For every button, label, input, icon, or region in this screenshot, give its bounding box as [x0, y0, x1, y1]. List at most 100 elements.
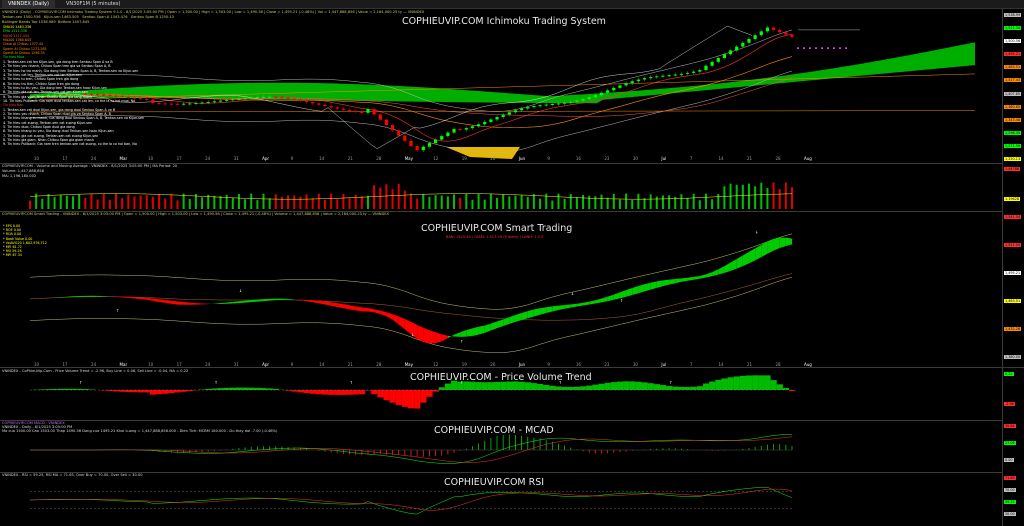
date-tick-21: 30	[632, 362, 638, 367]
svg-text:↑: ↑	[669, 380, 672, 385]
date-tick-26: 28	[775, 156, 781, 161]
date-tick-8: Apr	[262, 156, 270, 161]
chart-tab-bar: VNINDEX (Daily) VN30F1M (5 minutes)	[0, 0, 1024, 9]
date-tick-24: 14	[718, 362, 724, 367]
date-tick-27: Aug	[804, 362, 812, 367]
rsi-label-0: 71.65	[1004, 476, 1016, 480]
date-tick-18: 9	[547, 362, 550, 367]
date-tick-7: 31	[233, 362, 239, 367]
date-tick-4: 10	[148, 156, 154, 161]
rsi-label-1: 70.00	[1004, 488, 1016, 492]
macd-ohlc: Mo cua 1500.00 Cao 1503.00 Thap 1490.56 …	[2, 429, 278, 433]
pvt-label-1: -2.96	[1004, 402, 1015, 406]
ichimoku-price-label-9: 1,298.35	[1004, 130, 1022, 135]
date-tick-22: Jul	[661, 362, 667, 367]
rsi-panel[interactable]: VNINDEX - RSI = 59.25, RSI MA = 71.65, O…	[0, 472, 1002, 526]
ichimoku-price-label-11: 1,250.13	[1004, 157, 1022, 161]
date-tick-17: Jun	[518, 156, 526, 161]
date-tick-11: 21	[347, 156, 353, 161]
date-axis-top: 10 17 24 Mar 10 17 24 31 Apr 9 14 21 28 May 12 19 26 Jun 9…	[0, 156, 1002, 162]
smart-trading-scale[interactable]: 1,541.54 1,517.54 1,495.21 1,463.51 1,432.26…	[1002, 211, 1024, 368]
date-tick-5: 17	[176, 362, 182, 367]
smart-label-5: 1,380.00	[1004, 355, 1022, 359]
svg-text:↓: ↓	[411, 332, 414, 337]
ichimoku-legend-line-27: 9. Tin hieu Pullback: Gia nam tren tenka…	[3, 142, 137, 147]
svg-text:↑: ↑	[116, 308, 119, 313]
date-tick-17: Jun	[518, 362, 526, 367]
svg-text:↓: ↓	[239, 288, 242, 293]
date-tick-27: Aug	[804, 156, 812, 161]
volume-chart	[29, 182, 793, 209]
date-tick-24: 14	[718, 156, 724, 161]
volume-label-0: 1.4478B	[1004, 167, 1021, 171]
ichimoku-price-label-10: 1,271.59	[1004, 143, 1022, 148]
macd-label-0: 30.84	[1004, 424, 1016, 428]
ichimoku-price-label-1: 1,511.34	[1004, 26, 1022, 31]
date-tick-14: 12	[433, 156, 439, 161]
ichimoku-header-3: Bollinger Bands Top 1538.989 Bottom 1407…	[2, 20, 90, 24]
date-tick-15: 19	[461, 156, 467, 161]
rsi-label-2: 59.25	[1004, 500, 1016, 504]
tab-vnindex-daily[interactable]: VNINDEX (Daily)	[2, 0, 55, 8]
date-tick-21: 30	[632, 156, 638, 161]
date-tick-10: 14	[319, 156, 325, 161]
date-tick-3: Mar	[119, 362, 128, 367]
macd-panel[interactable]: COPHIEUVIP.COM MACD - VNINDEX VNINDEX - …	[0, 420, 1002, 473]
volume-header: COPHIEUVIP.COM - Volume and Moving Avera…	[2, 164, 178, 168]
rsi-label-3: 30.00	[1004, 512, 1016, 516]
ichimoku-price-label-2: 1,500.56	[1004, 39, 1022, 44]
date-tick-23: 7	[689, 156, 693, 161]
date-tick-13: May	[404, 156, 414, 161]
ichimoku-panel[interactable]: VNINDEX (Daily) - COPHIEUVIP.COM Ichimok…	[0, 9, 1002, 164]
date-tick-1: 17	[62, 362, 68, 367]
date-tick-19: 16	[575, 156, 581, 161]
pvt-scale[interactable]: 0.22 -2.96	[1002, 368, 1024, 421]
date-tick-5: 17	[176, 156, 182, 161]
date-tick-11: 21	[347, 362, 353, 367]
date-tick-12: 28	[376, 362, 382, 367]
volume-label-1: 1.1962B	[1004, 197, 1021, 201]
smart-label-0: 1,541.54	[1004, 215, 1022, 219]
tab-vn30f1m-5min[interactable]: VN30F1M (5 minutes)	[60, 0, 126, 8]
volume-ma-value: MA: 1,196,180,002	[2, 174, 37, 178]
ichimoku-price-scale[interactable]: 1,538.99 1,511.34 1,500.56 1,495.21 1,463.51…	[1002, 9, 1024, 164]
date-tick-25: 21	[746, 156, 753, 161]
date-tick-0: 10	[34, 362, 40, 367]
date-tick-19: 16	[575, 362, 581, 367]
ichimoku-price-label-6: 1,407.85	[1004, 91, 1022, 96]
date-tick-0: 10	[34, 156, 40, 161]
date-tick-6: 24	[205, 156, 211, 161]
smart-trading-panel[interactable]: ↑ ↓ ↓ ↑ ↓ ↑ ↓ COPHIEUVIP.COM Smart Trading - V…	[0, 211, 1002, 368]
date-tick-1: 17	[62, 156, 68, 161]
svg-text:↓: ↓	[571, 291, 574, 296]
pvt-header: VNINDEX - CoPhieuVip.Com - Price Volume …	[2, 369, 189, 373]
svg-text:↓: ↓	[755, 229, 758, 234]
date-tick-3: Mar	[119, 156, 128, 161]
volume-value: Volume: 1,447,888,856	[2, 169, 45, 173]
date-tick-25: 21	[746, 362, 753, 367]
smart-trading-signal: BAN: 1525.45 | GIAM: 1,517.54 (9 diem) |…	[446, 235, 544, 239]
macd-scale[interactable]: 30.84 27.05 0.00	[1002, 420, 1024, 473]
date-tick-2: 24	[91, 362, 97, 367]
price-volume-trend-panel[interactable]: ↑ ↑ ↑ ↑ ↑ ↑ VNINDEX - CoPhieuVip.Com - Price …	[0, 368, 1002, 421]
macd-label-1: 27.05	[1004, 441, 1016, 445]
smart-stat-line-7: * MFI 67.34	[3, 253, 22, 258]
date-tick-18: 9	[547, 156, 550, 161]
date-tick-23: 7	[689, 362, 693, 367]
date-tick-14: 12	[433, 362, 439, 367]
macd-label-2: 0.00	[1004, 458, 1014, 462]
ichimoku-price-label-0: 1,538.99	[1004, 13, 1022, 17]
date-tick-4: 10	[148, 362, 154, 367]
smart-label-1: 1,517.54	[1004, 243, 1022, 247]
volume-panel[interactable]: COPHIEUVIP.COM - Volume and Moving Avera…	[0, 163, 1002, 212]
ichimoku-price-label-3: 1,495.21	[1004, 52, 1022, 57]
svg-text:↑: ↑	[620, 298, 623, 303]
date-tick-9: 9	[290, 156, 294, 161]
smart-label-3: 1,463.51	[1004, 299, 1022, 303]
svg-text:↑: ↑	[214, 380, 217, 385]
ichimoku-price-label-7: 1,360.65	[1004, 104, 1022, 109]
volume-scale[interactable]: 1.4478B 1.1962B	[1002, 163, 1024, 212]
ichimoku-price-label-5: 1,417.43	[1004, 78, 1022, 83]
date-tick-8: Apr	[262, 362, 270, 367]
rsi-scale[interactable]: 71.65 70.00 59.25 30.00	[1002, 472, 1024, 526]
